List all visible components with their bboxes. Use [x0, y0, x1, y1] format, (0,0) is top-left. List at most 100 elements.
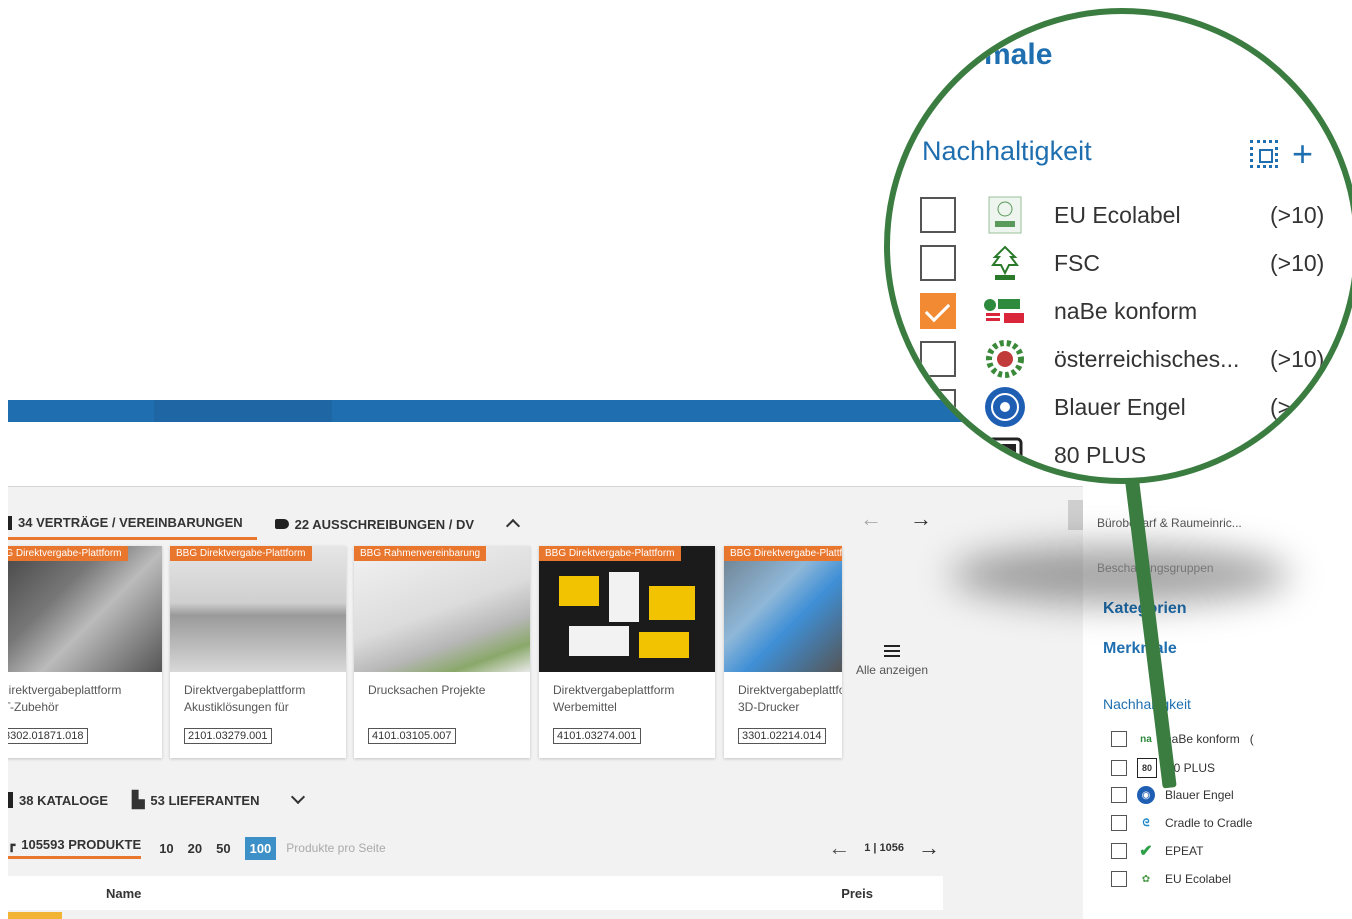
card-title-line: Direktvergabeplattform: [184, 683, 306, 697]
select-all-icon[interactable]: [1250, 140, 1278, 168]
breadcrumb[interactable]: Bürobedarf & Raumeinric...: [1097, 516, 1242, 530]
contract-card[interactable]: BBG Direktvergabe-Plattform Direktvergab…: [539, 546, 715, 758]
page-size-option[interactable]: 50: [216, 841, 230, 856]
contract-card[interactable]: BBG Direktvergabe-Plattform Direktvergab…: [724, 546, 842, 758]
magnifier-checkbox[interactable]: [920, 197, 956, 233]
building-icon: ▙: [132, 792, 145, 809]
product-icon: ┏: [8, 837, 16, 852]
card-title: Drucksachen Projekte: [354, 672, 530, 718]
tab-contracts[interactable]: 34 VERTRÄGE / VEREINBARUNGEN: [8, 509, 257, 540]
sustainability-heading[interactable]: Nachhaltigkeit: [1103, 696, 1191, 712]
expand-chevron-icon[interactable]: [291, 789, 306, 805]
filter-checkbox[interactable]: [1111, 787, 1127, 803]
plus-icon[interactable]: +: [1292, 136, 1313, 172]
card-image-shape: [639, 632, 689, 658]
card-title: Direktvergabeplattform 3D-Drucker: [724, 672, 842, 718]
filter-checkbox[interactable]: [1111, 871, 1127, 887]
nav-segment[interactable]: [154, 400, 332, 422]
ecolabel-logo: [988, 196, 1022, 234]
card-title-line: 3D-Drucker: [738, 700, 800, 714]
page-size-option-selected[interactable]: 100: [244, 836, 277, 860]
features-heading[interactable]: Merkmale: [1103, 640, 1177, 658]
filter-checkbox[interactable]: [1111, 843, 1127, 859]
product-count: 105593 PRODUKTE: [21, 837, 142, 852]
tab-tenders-label: 22 AUSSCHREIBUNGEN / DV: [294, 516, 475, 532]
scrollbar[interactable]: [1068, 500, 1084, 530]
card-image-shape: [559, 576, 599, 606]
magnifier-filter-item[interactable]: naBe konform: [920, 290, 1340, 332]
filter-item[interactable]: na naBe konform (: [1111, 730, 1254, 748]
magnifier-checkbox[interactable]: [920, 437, 956, 473]
magnifier-section-heading[interactable]: Nachhaltigkeit: [922, 136, 1092, 167]
collapse-chevron-icon[interactable]: [505, 518, 521, 534]
contract-card[interactable]: BBG Direktvergabe-Plattform Direktvergab…: [170, 546, 346, 758]
blauer-engel-icon: [982, 386, 1028, 428]
contract-card[interactable]: BBG Direktvergabe-Plattform Direktvergab…: [8, 546, 162, 758]
magnifier-filter-item[interactable]: österreichisches... (>10): [920, 338, 1340, 380]
tab-catalogs-label: 38 KATALOGE: [19, 792, 109, 808]
card-code: 3301.02214.014: [738, 728, 826, 744]
magnifier-filter-item[interactable]: 80 PLUS: [920, 434, 1340, 476]
card-title-line: Direktvergabeplattform: [8, 683, 122, 697]
magnifier-lens: male Nachhaltigkeit + EU Ecolabel (>10): [884, 8, 1352, 484]
filter-checkbox[interactable]: [1111, 760, 1127, 776]
card-image: BBG Direktvergabe-Plattform: [8, 546, 162, 672]
column-name[interactable]: Name: [106, 886, 141, 901]
card-image: BBG Direktvergabe-Plattform: [724, 546, 842, 672]
contract-card[interactable]: BBG Rahmenvereinbarung Drucksachen Proje…: [354, 546, 530, 758]
filter-item[interactable]: ✿ EU Ecolabel: [1111, 870, 1231, 888]
magnifier-filter-item[interactable]: EU Ecolabel (>10): [920, 194, 1340, 236]
tab-catalogs[interactable]: 38 KATALOGE: [8, 792, 108, 808]
magnifier-filter-item[interactable]: Blauer Engel (>: [920, 386, 1340, 428]
column-price[interactable]: Preis: [841, 886, 873, 901]
filter-count: (: [1249, 732, 1254, 746]
magnifier-checkbox-checked[interactable]: [920, 293, 956, 329]
card-title-line: Akustiklösungen für: [184, 700, 289, 714]
per-page-label: Produkte pro Seite: [286, 841, 386, 855]
filter-item[interactable]: ✔ EPEAT: [1111, 842, 1203, 860]
prev-arrow-icon[interactable]: ←: [860, 506, 882, 532]
next-page-icon[interactable]: →: [918, 835, 940, 861]
card-badge: BBG Direktvergabe-Plattform: [8, 546, 128, 561]
nabe-icon: na: [1140, 733, 1152, 745]
show-all-button[interactable]: Alle anzeigen: [852, 645, 932, 677]
filter-item[interactable]: ᘓ Cradle to Cradle: [1111, 814, 1252, 832]
umweltzeichen-logo: [986, 340, 1024, 378]
card-title-line: Drucksachen Projekte: [368, 683, 486, 697]
tab-contracts-label: 34 VERTRÄGE / VEREINBARUNGEN: [18, 515, 243, 530]
tab-suppliers[interactable]: ▙ 53 LIEFERANTEN: [132, 790, 259, 810]
row-marker: [8, 912, 62, 919]
magnifier-checkbox[interactable]: [920, 245, 956, 281]
prev-page-icon[interactable]: ←: [828, 835, 850, 861]
magnifier-checkbox[interactable]: [920, 341, 956, 377]
card-image-shape: [569, 626, 629, 656]
tab-tenders[interactable]: 22 AUSSCHREIBUNGEN / DV: [274, 510, 488, 538]
oesterreich-umweltzeichen-icon: [982, 338, 1028, 380]
card-image: BBG Direktvergabe-Plattform: [170, 546, 346, 672]
catalog-icon: [8, 792, 13, 808]
page-size-option[interactable]: 20: [188, 841, 202, 856]
blauer-engel-icon: ◉: [1137, 786, 1155, 804]
tag-icon: [274, 519, 289, 529]
page-size-option[interactable]: 10: [159, 841, 173, 856]
filter-item[interactable]: ◉ Blauer Engel: [1111, 786, 1234, 804]
filter-checkbox[interactable]: [1111, 815, 1127, 831]
product-table-header: Name Preis: [8, 876, 943, 910]
magnifier-filter-label: naBe konform: [1054, 297, 1198, 324]
tab-products[interactable]: ┏ 105593 PRODUKTE: [8, 837, 142, 859]
magnifier-filter-label: EU Ecolabel: [1054, 201, 1181, 228]
contract-tabs: 34 VERTRÄGE / VEREINBARUNGEN 22 AUSSCHRE…: [8, 509, 521, 540]
magnifier-filter-item[interactable]: FSC (>10): [920, 242, 1340, 284]
filter-checkbox[interactable]: [1111, 731, 1127, 747]
fsc-logo: [991, 245, 1019, 280]
card-code: 4101.03105.007: [368, 728, 456, 744]
next-arrow-icon[interactable]: →: [910, 506, 932, 532]
tab-suppliers-label: 53 LIEFERANTEN: [150, 792, 260, 808]
card-title-line: Werbemittel: [553, 700, 617, 714]
card-badge: BBG Direktvergabe-Plattform: [539, 546, 681, 561]
fsc-icon: [982, 242, 1028, 284]
80plus-icon: [982, 434, 1028, 476]
nabe-logo: [984, 299, 1024, 323]
magnifier-checkbox[interactable]: [920, 389, 956, 425]
blauer-engel-logo: [985, 387, 1025, 427]
